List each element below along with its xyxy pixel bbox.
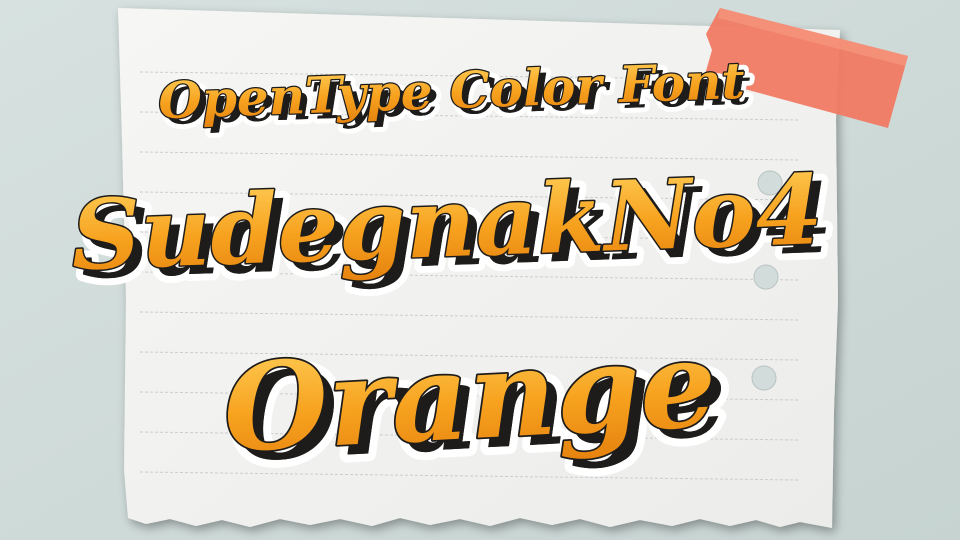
punch-hole (751, 365, 777, 391)
artwork-scene: OpenType Color Font OpenType Color Font … (0, 0, 960, 540)
paper-background (0, 0, 960, 540)
punch-hole (753, 264, 779, 290)
paper-sheet (118, 8, 840, 528)
punch-hole (757, 170, 783, 196)
